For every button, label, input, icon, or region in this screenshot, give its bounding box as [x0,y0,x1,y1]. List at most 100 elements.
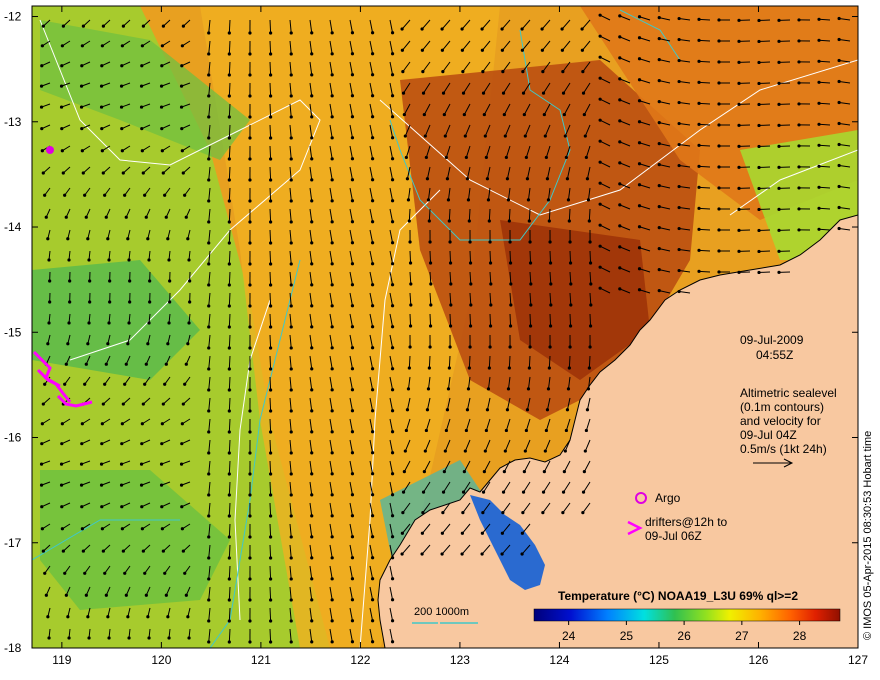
velocity-vector-head [289,472,293,476]
velocity-vector-head [817,227,821,231]
velocity-vector-head [567,219,571,223]
velocity-vector-head [657,205,661,209]
velocity-vector-head [370,262,375,266]
velocity-vector-head [500,27,504,31]
velocity-vector-head [463,449,467,453]
velocity-vector-head [167,321,171,325]
velocity-vector-head [697,248,701,252]
velocity-vector-head [248,283,252,287]
velocity-vector-head [227,136,231,140]
velocity-vector-head [421,91,426,95]
velocity-vector-head [127,636,131,640]
velocity-vector-head [330,325,334,329]
velocity-vector-head [390,73,395,77]
velocity-vector-head [80,64,84,68]
velocity-vector-head [584,155,588,160]
velocity-vector-head [84,215,88,219]
velocity-vector-head [227,367,231,371]
velocity-vector-head [80,422,84,426]
velocity-vector-head [227,451,231,455]
velocity-vector-head [465,177,470,181]
velocity-vector-head [657,268,661,272]
velocity-vector-head [837,226,841,231]
velocity-vector [698,60,711,63]
velocity-vector-head [289,409,293,413]
lat-tick-label: -13 [4,115,22,129]
velocity-vector-head [522,112,526,117]
velocity-vector-head [88,300,92,304]
velocity-vector-head [330,367,334,371]
velocity-vector-head [83,382,87,386]
velocity-vector-head [502,112,506,117]
velocity-vector-head [441,91,446,95]
velocity-vector-head [289,325,293,329]
velocity-vector-head [467,366,471,370]
velocity-vector-head [508,345,512,349]
velocity-vector-head [483,134,487,138]
velocity-vector [508,208,511,222]
velocity-vector-head [541,70,545,74]
velocity-vector-head [657,37,661,41]
lon-tick-label: 122 [350,653,370,667]
velocity-vector-head [527,366,531,370]
velocity-vector-head [737,81,741,85]
velocity-vector-head [227,220,231,224]
colorbar-tick-label: 25 [620,629,634,643]
velocity-vector-head [390,283,395,287]
velocity-vector-head [390,241,395,245]
velocity-vector-head [545,177,550,181]
velocity-vector-head [757,228,761,233]
velocity-vector-head [547,366,551,370]
velocity-vector-head [227,31,231,35]
velocity-vector-head [40,527,44,531]
velocity-vector-head [269,577,273,581]
velocity-vector-head [330,346,334,350]
velocity-vector-head [350,304,355,308]
velocity-vector-head [310,136,314,140]
credit-text: © IMOS 05-Apr-2015 08:30:53 Hobart time [862,430,874,640]
velocity-vector-head [141,171,145,175]
velocity-vector-head [207,178,211,182]
velocity-vector-head [60,149,64,153]
velocity-vector-head [525,177,530,181]
velocity-vector-head [330,115,334,119]
velocity-vector-head [582,112,586,117]
velocity-vector-head [449,303,453,307]
velocity-vector-head [186,342,190,346]
velocity-vector-head [269,262,273,266]
velocity-vector-head [310,367,314,371]
velocity-vector-head [561,70,565,74]
velocity-vector-head [121,549,125,553]
velocity-vector-head [390,409,395,413]
velocity-vector-head [330,52,334,56]
velocity-vector-head [403,449,407,453]
velocity-vector-head [390,577,395,581]
velocity-vector-head [289,94,293,98]
velocity-vector-head [737,165,741,169]
velocity-vector-head [717,60,721,64]
velocity-vector-head [657,16,661,20]
lon-tick-label: 126 [748,653,768,667]
velocity-vector-head [160,149,164,153]
velocity-vector-head [310,283,314,287]
velocity-vector-head [81,171,85,175]
velocity-vector-head [128,300,132,304]
velocity-vector [269,82,272,97]
velocity-vector-head [837,79,841,84]
velocity-vector-head [390,136,395,140]
velocity-vector-head [406,198,411,202]
velocity-vector-head [677,16,681,21]
velocity-vector-head [107,636,111,640]
velocity-vector-head [269,598,273,602]
velocity-vector-head [424,428,428,433]
velocity-vector-head [797,186,801,190]
velocity-vector-head [144,593,148,597]
velocity-vector-head [370,577,375,581]
velocity-vector-head [126,342,130,346]
velocity-vector-head [370,94,375,98]
velocity-vector [528,355,531,369]
velocity-vector-head [269,535,273,539]
velocity-vector-head [330,94,334,98]
velocity-vector-head [618,119,622,123]
velocity-vector-head [269,493,273,497]
